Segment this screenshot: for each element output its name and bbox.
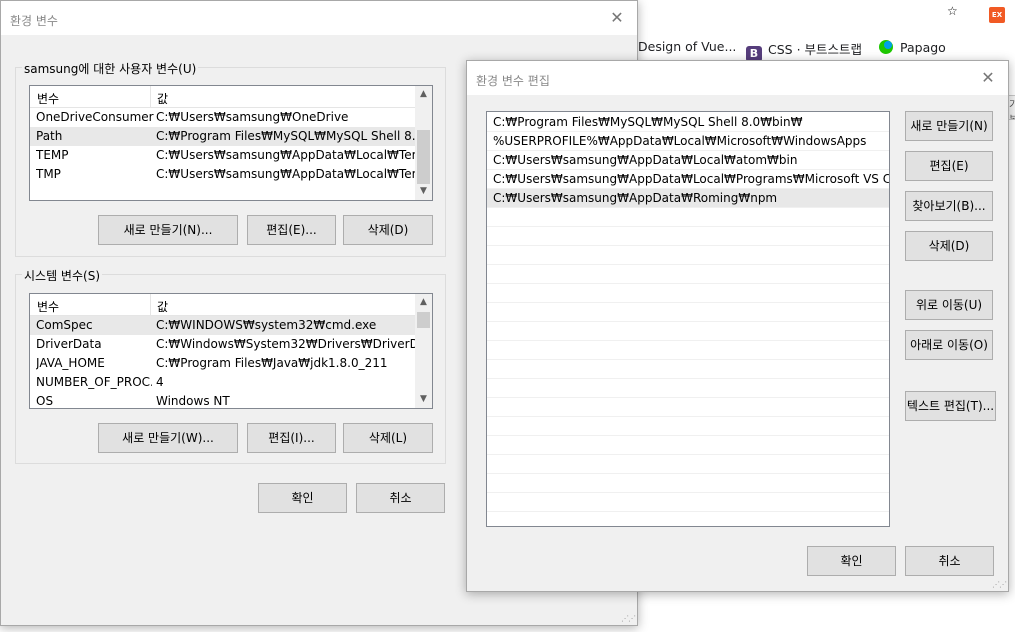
bookmark-star-icon[interactable]: ☆ — [947, 4, 958, 18]
dialog-title: 환경 변수 편집 — [476, 74, 550, 88]
move-down-button[interactable]: 아래로 이동(O) — [905, 330, 993, 360]
bookmark-papago[interactable]: Papago — [878, 39, 946, 55]
user-new-button[interactable]: 새로 만들기(N)... — [98, 215, 238, 245]
bookmark-bootstrap-label: CSS · 부트스트랩 — [768, 42, 863, 57]
table-row[interactable]: TEMP C:₩Users₩samsung₩AppData₩Local₩Temp — [30, 146, 416, 165]
empty-row — [487, 265, 889, 284]
browser-partial-control: 기본 — [1008, 95, 1015, 120]
list-item[interactable]: C:₩Users₩samsung₩AppData₩Local₩Programs₩… — [487, 170, 889, 189]
papago-icon — [878, 39, 894, 55]
empty-row — [487, 341, 889, 360]
scroll-down-icon[interactable]: ▼ — [415, 391, 432, 408]
close-icon[interactable]: ✕ — [978, 68, 998, 88]
system-delete-button[interactable]: 삭제(L) — [343, 423, 433, 453]
table-row[interactable]: JAVA_HOME C:₩Program Files₩Java₩jdk1.8.0_… — [30, 354, 415, 373]
close-icon[interactable]: ✕ — [607, 8, 627, 28]
system-new-button[interactable]: 새로 만들기(W)... — [98, 423, 238, 453]
user-variables-label: samsung에 대한 사용자 변수(U) — [22, 60, 199, 77]
empty-row — [487, 493, 889, 512]
dialog-title: 환경 변수 — [10, 14, 58, 28]
list-header: 변수 값 — [30, 294, 415, 316]
cancel-button[interactable]: 취소 — [905, 546, 994, 576]
edit-environment-variable-dialog: 환경 변수 편집 ✕ C:₩Program Files₩MySQL₩MySQL … — [466, 60, 1009, 592]
table-row[interactable]: TMP C:₩Users₩samsung₩AppData₩Local₩Temp — [30, 165, 416, 184]
ok-button[interactable]: 확인 — [258, 483, 347, 513]
system-variables-label: 시스템 변수(S) — [22, 267, 102, 284]
title-bar: 환경 변수 편집 ✕ — [467, 61, 1008, 95]
scroll-down-icon[interactable]: ▼ — [415, 183, 432, 200]
empty-row — [487, 379, 889, 398]
title-bar: 환경 변수 ✕ — [1, 1, 637, 35]
scroll-up-icon[interactable]: ▲ — [415, 86, 432, 103]
empty-row — [487, 322, 889, 341]
new-path-button[interactable]: 새로 만들기(N) — [905, 111, 993, 141]
system-edit-button[interactable]: 편집(I)... — [247, 423, 336, 453]
resize-grip-icon[interactable]: ⋰⋰ — [992, 581, 1007, 589]
table-row[interactable]: OneDriveConsumer C:₩Users₩samsung₩OneDriv… — [30, 108, 415, 127]
empty-row — [487, 398, 889, 417]
table-row-selected[interactable]: Path C:₩Program Files₩MySQL₩MySQL Shell 8… — [30, 127, 416, 146]
empty-row — [487, 417, 889, 436]
bookmark-design-of-vue[interactable]: Design of Vue... — [638, 39, 736, 54]
vertical-scrollbar[interactable]: ▲ ▼ — [415, 86, 432, 200]
user-variables-list[interactable]: 변수 값 OneDriveConsumer C:₩Users₩samsung₩On… — [29, 85, 433, 201]
bookmark-papago-label: Papago — [900, 40, 946, 55]
edit-text-button[interactable]: 텍스트 편집(T)... — [905, 391, 996, 421]
user-delete-button[interactable]: 삭제(D) — [343, 215, 433, 245]
edit-path-button[interactable]: 편집(E) — [905, 151, 993, 181]
list-item[interactable]: C:₩Users₩samsung₩AppData₩Local₩atom₩bin — [487, 151, 889, 170]
table-row-selected[interactable]: ComSpec C:₩WINDOWS₩system32₩cmd.exe — [30, 316, 415, 335]
list-item-selected[interactable]: C:₩Users₩samsung₩AppData₩Roming₩npm — [487, 189, 889, 208]
cancel-button[interactable]: 취소 — [356, 483, 445, 513]
path-entries-list[interactable]: C:₩Program Files₩MySQL₩MySQL Shell 8.0₩b… — [486, 111, 890, 527]
column-header-variable[interactable]: 변수 — [37, 90, 59, 107]
browser-background: Design of Vue... B CSS · 부트스트랩 Papago — [636, 0, 1015, 62]
column-header-variable[interactable]: 변수 — [37, 298, 59, 315]
column-header-value[interactable]: 값 — [157, 90, 168, 107]
resize-grip-icon[interactable]: ⋰⋰ — [621, 615, 636, 623]
ok-button[interactable]: 확인 — [807, 546, 896, 576]
scroll-thumb[interactable] — [417, 130, 430, 184]
delete-path-button[interactable]: 삭제(D) — [905, 231, 993, 261]
empty-row — [487, 208, 889, 227]
empty-row — [487, 474, 889, 493]
table-row[interactable]: DriverData C:₩Windows₩System32₩Drivers₩Dr… — [30, 335, 416, 354]
list-header: 변수 값 — [30, 86, 415, 108]
list-item[interactable]: %USERPROFILE%₩AppData₩Local₩Microsoft₩Wi… — [487, 132, 889, 151]
extension-icon[interactable]: EX — [989, 7, 1005, 23]
empty-row — [487, 246, 889, 265]
column-header-value[interactable]: 값 — [157, 298, 168, 315]
scroll-thumb[interactable] — [417, 312, 430, 328]
empty-row — [487, 284, 889, 303]
table-row[interactable]: OS Windows NT — [30, 392, 415, 408]
browse-button[interactable]: 찾아보기(B)... — [905, 191, 993, 221]
empty-row — [487, 455, 889, 474]
empty-row — [487, 227, 889, 246]
list-item[interactable]: C:₩Program Files₩MySQL₩MySQL Shell 8.0₩b… — [487, 113, 889, 132]
table-row[interactable]: NUMBER_OF_PROC... 4 — [30, 373, 415, 392]
empty-row — [487, 360, 889, 379]
move-up-button[interactable]: 위로 이동(U) — [905, 290, 993, 320]
user-edit-button[interactable]: 편집(E)... — [247, 215, 336, 245]
system-variables-list[interactable]: 변수 값 ComSpec C:₩WINDOWS₩system32₩cmd.exe … — [29, 293, 433, 409]
scroll-up-icon[interactable]: ▲ — [415, 294, 432, 311]
empty-row — [487, 303, 889, 322]
vertical-scrollbar[interactable]: ▲ ▼ — [415, 294, 432, 408]
empty-row — [487, 436, 889, 455]
bookmark-bootstrap[interactable]: B CSS · 부트스트랩 — [746, 39, 862, 62]
